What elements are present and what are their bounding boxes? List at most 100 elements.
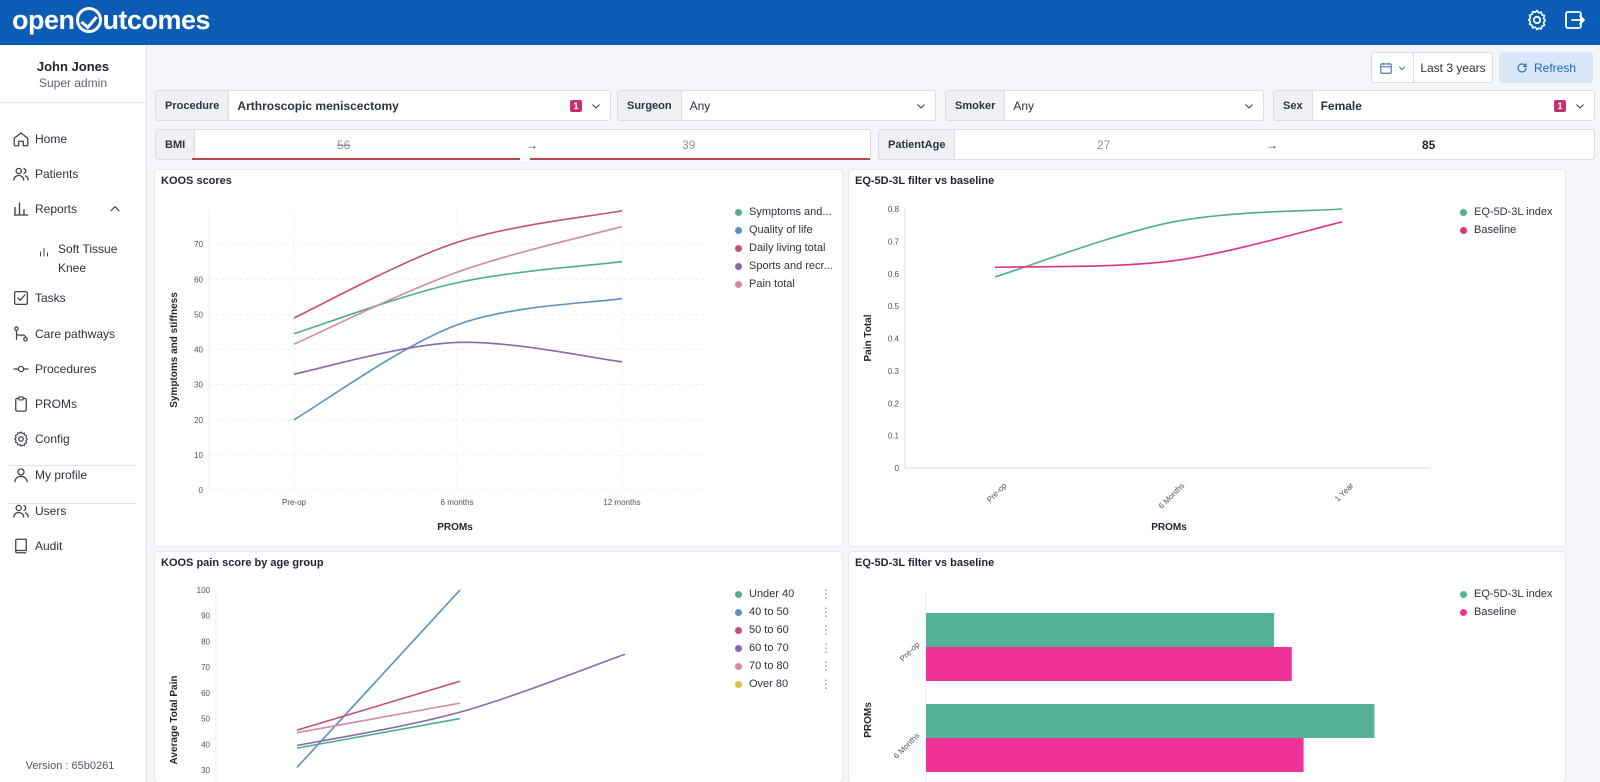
date-range-label[interactable]: Last 3 years [1414, 53, 1492, 82]
legend-swatch [735, 680, 742, 688]
bar [926, 647, 1292, 681]
legend-label: Daily living total [749, 242, 826, 254]
more-options-icon[interactable]: ⋮ [820, 623, 832, 637]
y-tick-label: 0.2 [888, 399, 900, 408]
legend-label: Baseline [1474, 606, 1517, 618]
y-tick-label: 0.4 [888, 335, 900, 344]
legend-item[interactable]: Quality of life [735, 221, 833, 239]
sidebar-item-proms[interactable]: PROMs [12, 393, 138, 415]
legend-item[interactable]: Baseline [1460, 603, 1552, 621]
subitem-label-line1: Soft Tissue [58, 242, 118, 256]
sidebar-item-users[interactable]: Users [12, 500, 138, 522]
gear-icon[interactable] [1525, 8, 1549, 32]
legend-item[interactable]: 50 to 60 ⋮ [735, 621, 832, 639]
sidebar-subitem-soft-tissue-knee[interactable]: Soft Tissue Knee [38, 240, 117, 278]
filter-count-badge: 1 [570, 99, 582, 112]
legend-label: Pain total [749, 278, 795, 290]
legend-item[interactable]: Under 40 ⋮ [735, 585, 832, 603]
legend-item[interactable]: Sports and recr... [735, 257, 833, 275]
legend-swatch [735, 662, 742, 670]
logout-icon[interactable] [1563, 8, 1587, 32]
legend-swatch [735, 608, 742, 616]
x-tick-label: 6 Months [1157, 481, 1187, 511]
filter-surgeon[interactable]: Surgeon Any [617, 90, 936, 121]
filter-smoker[interactable]: Smoker Any [945, 90, 1264, 121]
sidebar-item-reports[interactable]: Reports [12, 198, 138, 220]
y-tick-label: 0.1 [888, 432, 900, 441]
filter-procedure[interactable]: Procedure Arthroscopic meniscectomy 1 [155, 90, 611, 121]
legend-item[interactable]: Daily living total [735, 239, 833, 257]
more-options-icon[interactable]: ⋮ [820, 605, 832, 619]
sidebar-item-label: Patients [35, 167, 79, 181]
version-label: Version : 65b0261 [25, 760, 115, 772]
sidebar-item-label: Audit [35, 539, 63, 553]
chevron-up-icon[interactable] [108, 202, 122, 216]
sidebar-item-patients[interactable]: Patients [12, 163, 138, 185]
y-tick-label: 0 [895, 464, 900, 473]
sidebar-item-label: Config [35, 432, 70, 446]
sidebar-item-label: My profile [35, 468, 88, 482]
legend-swatch [735, 208, 742, 216]
filter-bmi[interactable]: BMI 56 → 39 [155, 129, 871, 161]
series-line [293, 341, 623, 375]
sidebar-item-label: Care pathways [35, 327, 116, 341]
legend-item[interactable]: 60 to 70 ⋮ [735, 639, 832, 657]
refresh-icon [1517, 62, 1527, 72]
date-range-picker[interactable]: Last 3 years [1371, 52, 1493, 83]
age-min-input[interactable]: 27 [1097, 138, 1110, 152]
legend-item[interactable]: EQ-5D-3L index [1460, 585, 1552, 603]
bmi-max-input[interactable]: 39 [682, 138, 695, 152]
calendar-dropdown[interactable] [1372, 53, 1414, 82]
filter-label: Sex [1274, 91, 1313, 120]
y-tick-label: 30 [201, 766, 210, 775]
arrow-right-icon: → [1266, 138, 1278, 152]
bar-chart-icon [40, 248, 48, 257]
chart-legend: Symptoms and... Quality of life Daily livi… [735, 203, 833, 293]
more-options-icon[interactable]: ⋮ [820, 659, 832, 673]
sidebar-item-tasks[interactable]: Tasks [12, 287, 138, 309]
bmi-range-track[interactable] [192, 158, 870, 160]
legend-item[interactable]: Symptoms and... [735, 203, 833, 221]
bmi-range-gap [520, 156, 530, 161]
logo-text-outcomes: utcomes [102, 4, 211, 35]
y-axis-label: PROMs [863, 702, 874, 738]
bmi-min-input[interactable]: 56 [337, 138, 350, 152]
legend-label: 50 to 60 [749, 624, 789, 636]
more-options-icon[interactable]: ⋮ [820, 677, 832, 691]
more-options-icon[interactable]: ⋮ [820, 641, 832, 655]
filter-sex[interactable]: Sex Female 1 [1273, 90, 1595, 121]
bar [926, 613, 1275, 647]
legend-label: Quality of life [749, 224, 813, 236]
chevron-down-icon [917, 103, 925, 109]
legend-item[interactable]: 40 to 50 ⋮ [735, 603, 832, 621]
x-tick-label: 12 months [603, 498, 640, 507]
more-options-icon[interactable]: ⋮ [820, 587, 832, 601]
y-axis-label: Pain Total [863, 314, 874, 361]
refresh-button[interactable]: Refresh [1499, 52, 1593, 83]
age-max-input[interactable]: 85 [1422, 138, 1435, 152]
logo-text-open: open [12, 4, 75, 35]
sidebar-item-care-pathways[interactable]: Care pathways [12, 323, 138, 345]
y-axis-label: Symptoms and stiffness [169, 292, 180, 408]
filter-patient-age[interactable]: PatientAge 27 → 85 [878, 129, 1595, 160]
user-role: Super admin [38, 76, 108, 90]
filter-value: Female [1320, 98, 1362, 113]
legend-label: EQ-5D-3L index [1474, 588, 1553, 600]
sidebar-item-procedures[interactable]: Procedures [12, 358, 138, 380]
sidebar-item-audit[interactable]: Audit [12, 535, 138, 557]
sidebar-item-home[interactable]: Home [12, 128, 138, 150]
legend-item[interactable]: Pain total [735, 275, 833, 293]
legend-item[interactable]: EQ-5D-3L index [1460, 203, 1552, 221]
x-axis-label: PROMs [437, 522, 473, 533]
legend-swatch [1460, 226, 1467, 234]
eq5d-bar-chart: Pre-op 6 Months PROMs [863, 592, 1375, 782]
y-tick-label: 0 [199, 486, 204, 495]
chevron-down-icon [1245, 103, 1253, 109]
sidebar: John Jones Super admin Home Patients Rep… [0, 45, 147, 782]
legend-item[interactable]: Over 80 ⋮ [735, 675, 832, 693]
app-logo[interactable]: open utcomes [12, 0, 211, 40]
sidebar-item-config[interactable]: Config [12, 428, 138, 450]
legend-item[interactable]: 70 to 80 ⋮ [735, 657, 832, 675]
sidebar-item-my-profile[interactable]: My profile [12, 464, 138, 486]
legend-item[interactable]: Baseline [1460, 221, 1552, 239]
